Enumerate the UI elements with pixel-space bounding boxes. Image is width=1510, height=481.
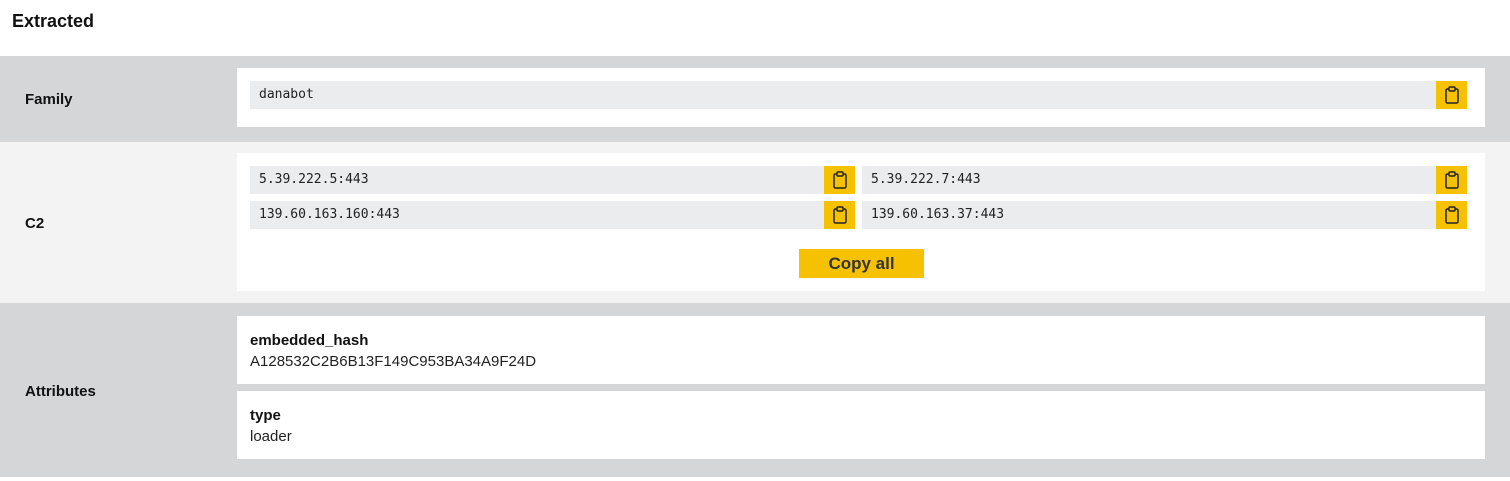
clipboard-icon <box>1444 171 1459 189</box>
family-section: Family danabot <box>0 56 1510 142</box>
clipboard-icon <box>1444 86 1459 104</box>
copy-c2-entry-button[interactable] <box>1436 201 1467 229</box>
clipboard-icon <box>832 206 847 224</box>
c2-section: C2 5.39.222.5:443 5.39.222.7:443 139.60.… <box>0 142 1510 303</box>
c2-entry-field[interactable]: 139.60.163.37:443 <box>862 201 1436 229</box>
family-value-field[interactable]: danabot <box>250 81 1436 109</box>
attribute-key: type <box>250 407 281 424</box>
c2-panel: 5.39.222.5:443 5.39.222.7:443 139.60.163… <box>237 153 1485 291</box>
clipboard-icon <box>832 171 847 189</box>
attribute-value: loader <box>250 428 292 445</box>
copy-family-button[interactable] <box>1436 81 1467 109</box>
copy-c2-entry-button[interactable] <box>1436 166 1467 194</box>
clipboard-icon <box>1444 206 1459 224</box>
attributes-label: Attributes <box>25 383 96 400</box>
c2-label: C2 <box>25 215 45 232</box>
family-label: Family <box>25 91 73 108</box>
c2-entry-field[interactable]: 5.39.222.5:443 <box>250 166 824 194</box>
copy-c2-entry-button[interactable] <box>824 166 855 194</box>
c2-entry-field[interactable]: 139.60.163.160:443 <box>250 201 824 229</box>
attribute-card: embedded_hash A128532C2B6B13F149C953BA34… <box>237 316 1485 384</box>
copy-all-button[interactable]: Copy all <box>799 249 924 278</box>
attribute-key: embedded_hash <box>250 332 369 349</box>
attribute-card: type loader <box>237 391 1485 459</box>
copy-c2-entry-button[interactable] <box>824 201 855 229</box>
page-title: Extracted <box>12 11 95 31</box>
attribute-value: A128532C2B6B13F149C953BA34A9F24D <box>250 353 537 370</box>
family-panel: danabot <box>237 68 1485 127</box>
c2-entry-field[interactable]: 5.39.222.7:443 <box>862 166 1436 194</box>
